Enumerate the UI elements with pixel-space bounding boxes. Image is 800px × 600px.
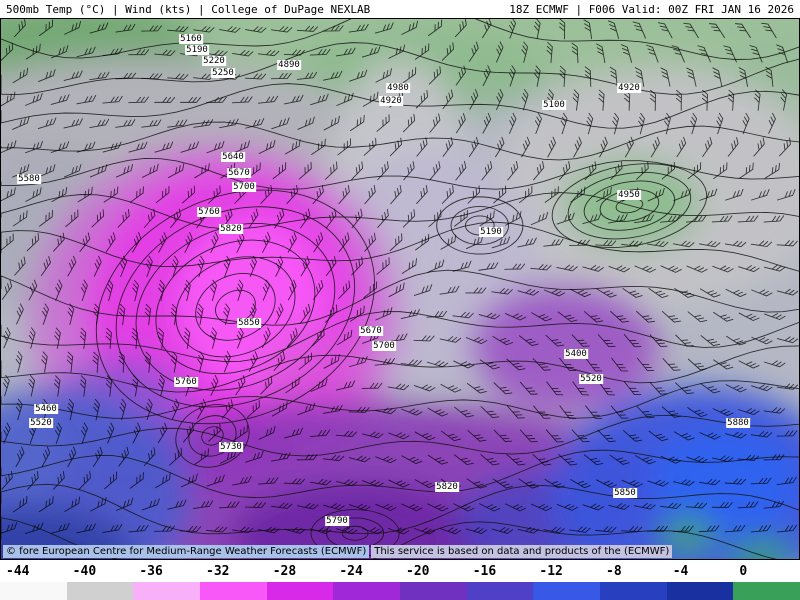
colorbar-tick: -12 bbox=[539, 563, 563, 579]
colorbar-tick: -4 bbox=[672, 563, 689, 579]
colorbar-tick: -32 bbox=[206, 563, 230, 579]
colorbar-tick: -40 bbox=[72, 563, 97, 579]
colorbar-tick-labels: -44 -40 -36 -32 -28 -24 -20 -16 -12 -8 -4 0 bbox=[0, 560, 800, 582]
colorbar-cell bbox=[200, 582, 267, 600]
colorbar-cell bbox=[66, 582, 134, 600]
colorbar-cell bbox=[333, 582, 401, 600]
temperature-colorbar bbox=[0, 582, 800, 600]
colorbar-tick: -44 bbox=[6, 563, 30, 579]
attribution-copyright: © fore European Centre for Medium-Range … bbox=[3, 545, 370, 558]
weather-map-graphic bbox=[1, 19, 799, 559]
colorbar-cell bbox=[400, 582, 467, 600]
colorbar-tick: -20 bbox=[406, 563, 430, 579]
colorbar-cell bbox=[666, 582, 734, 600]
title-bar: 500mb Temp (°C) | Wind (kts) | College o… bbox=[0, 0, 800, 18]
model-run-info: 18Z ECMWF | F006 Valid: 00Z FRI JAN 16 2… bbox=[509, 2, 794, 16]
attribution-service-note: This service is based on data and produc… bbox=[371, 545, 673, 558]
colorbar-cell bbox=[0, 582, 67, 600]
colorbar-cell bbox=[133, 582, 201, 600]
colorbar-tick: -16 bbox=[472, 563, 497, 579]
colorbar-tick: -8 bbox=[606, 563, 622, 579]
colorbar-tick: -36 bbox=[139, 563, 163, 579]
colorbar-tick: -24 bbox=[339, 563, 363, 579]
attribution-bar: © fore European Centre for Medium-Range … bbox=[3, 545, 673, 558]
colorbar-cell bbox=[266, 582, 334, 600]
weather-map-app: 500mb Temp (°C) | Wind (kts) | College o… bbox=[0, 0, 800, 600]
product-title: 500mb Temp (°C) | Wind (kts) | College o… bbox=[6, 2, 371, 16]
colorbar-tick: 0 bbox=[739, 563, 748, 579]
map-canvas: 5160 5190 5220 5250 4890 4980 4920 5100 4920 4950… bbox=[0, 18, 800, 560]
colorbar-cell bbox=[466, 582, 534, 600]
colorbar-cell bbox=[600, 582, 667, 600]
colorbar-cell bbox=[733, 582, 800, 600]
colorbar-cell bbox=[533, 582, 601, 600]
colorbar-tick: -28 bbox=[272, 563, 297, 579]
